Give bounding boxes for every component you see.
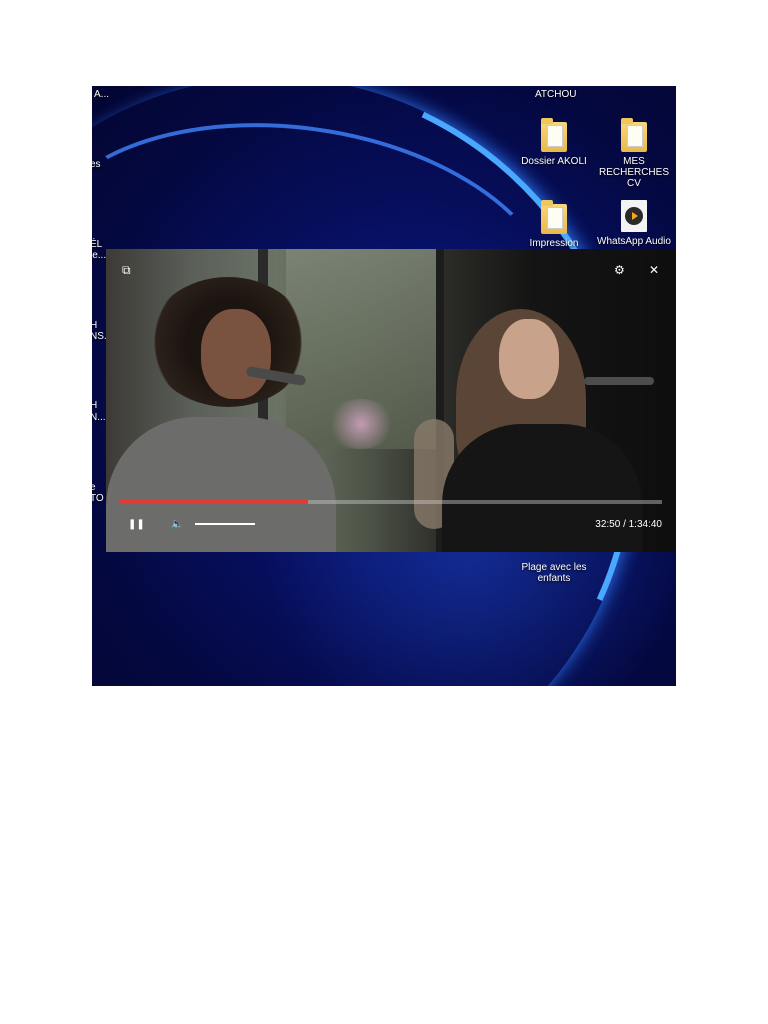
desktop-icon-label: Dossier AKOLI (521, 156, 587, 167)
folder-icon (621, 118, 647, 152)
progress-fill (120, 500, 309, 504)
desktop-icon-label-partial[interactable]: H (92, 400, 97, 411)
time-display: 32:50 / 1:34:40 (595, 519, 662, 530)
volume-icon[interactable]: 🔈 (171, 519, 183, 531)
video-frame (106, 249, 676, 552)
video-player[interactable]: ⧉ ⚙ ✕ ❚❚ 🔈 32:50 / 1:34:40 (106, 249, 676, 552)
desktop-icon-label-user[interactable]: ATCHOU (535, 89, 576, 100)
desktop-icon-dossier-akoli[interactable]: Dossier AKOLI (514, 118, 594, 167)
folder-icon (541, 118, 567, 152)
progress-bar[interactable] (120, 500, 662, 504)
desktop-icon-label: MES RECHERCHES CV (598, 156, 669, 189)
desktop-icon-label-partial[interactable]: le... (92, 250, 106, 261)
desktop-icon-plage-avec-les-enfants[interactable]: Plage avec les enfants (514, 562, 594, 584)
desktop-icon-label-partial[interactable]: es (92, 159, 101, 170)
close-icon[interactable]: ✕ (649, 264, 659, 276)
popout-icon[interactable]: ⧉ (122, 264, 131, 276)
desktop-icon-label-partial[interactable]: A... (94, 89, 109, 100)
media-file-icon (621, 200, 647, 232)
desktop-icon-label-partial[interactable]: e (92, 482, 96, 493)
volume-slider[interactable] (195, 523, 255, 525)
desktop-icon-label-partial[interactable]: H (92, 320, 97, 331)
desktop-icon-label: Plage avec les enfants (521, 562, 587, 584)
desktop-icon-label-partial[interactable]: N... (92, 412, 106, 423)
desktop-icon-label: Impression (529, 238, 579, 249)
settings-icon[interactable]: ⚙ (614, 264, 625, 276)
desktop-icon-whatsapp-audio[interactable]: WhatsApp Audio (594, 200, 674, 247)
folder-icon (541, 200, 567, 234)
desktop-icon-impression[interactable]: Impression (514, 200, 594, 249)
desktop-icon-mes-recherches-cv[interactable]: MES RECHERCHES CV (594, 118, 674, 189)
desktop-icon-label: WhatsApp Audio (597, 236, 671, 247)
pause-icon[interactable]: ❚❚ (128, 519, 145, 531)
desktop-icon-label-partial[interactable]: TO (92, 493, 104, 504)
desktop-icon-label-partial[interactable]: ÉL (92, 239, 102, 250)
